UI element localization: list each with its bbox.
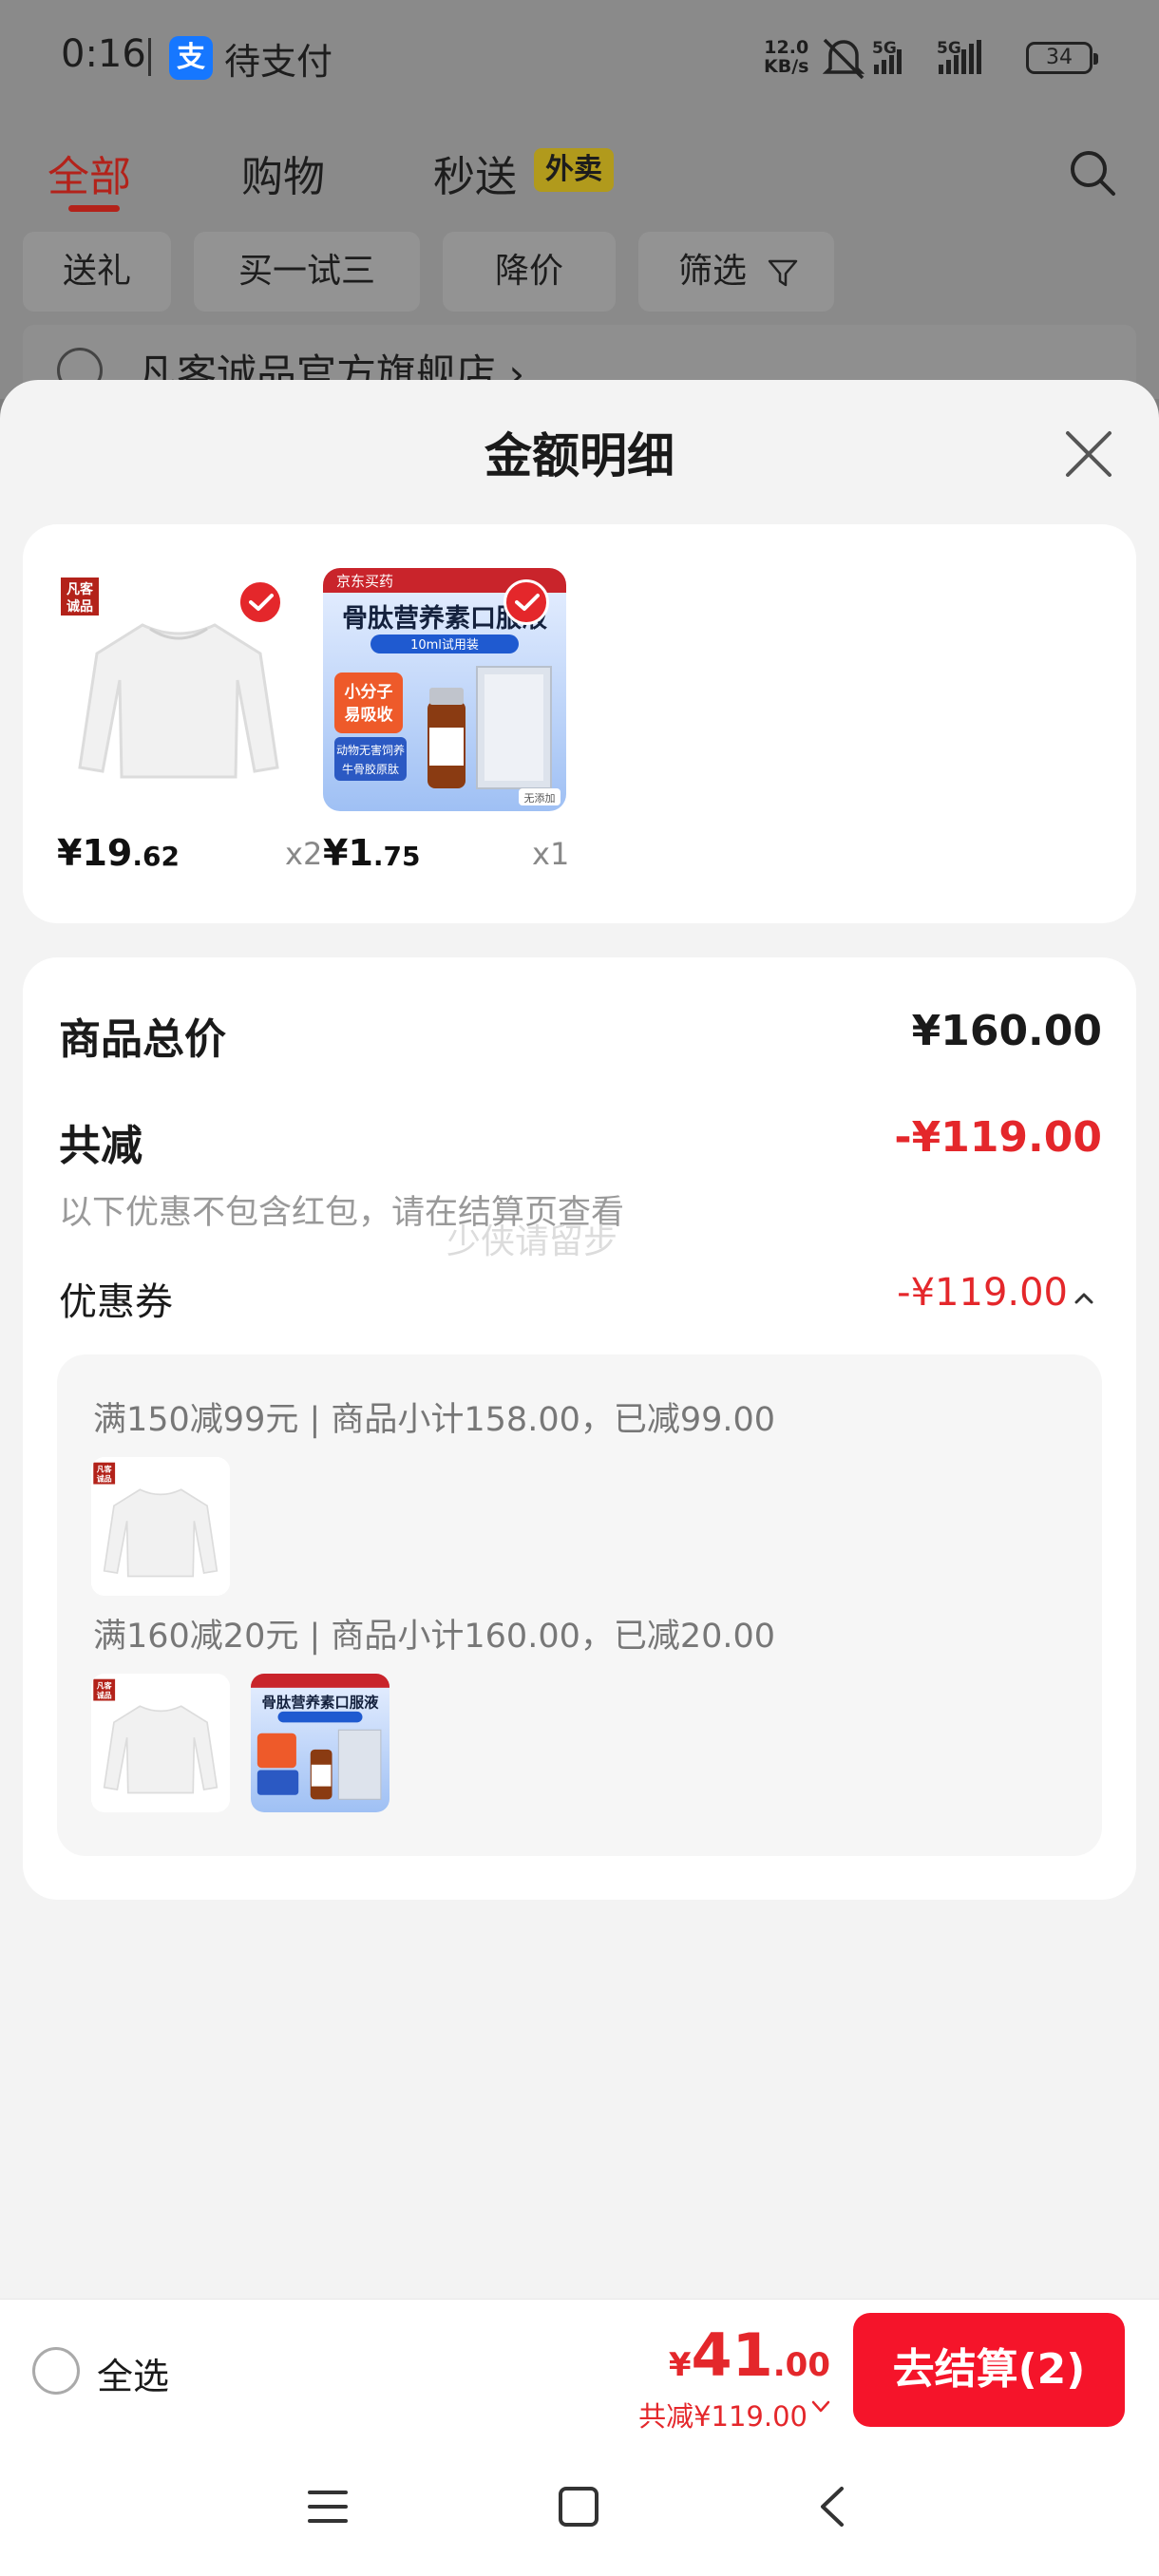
check-icon[interactable] — [238, 579, 283, 625]
svg-text:凡客: 凡客 — [97, 1680, 113, 1690]
product-sub: 10ml试用装 — [410, 638, 479, 653]
coupon-thumb-shirt: 凡客 诚品 — [91, 1457, 230, 1596]
system-nav-bar — [0, 2441, 1159, 2576]
alipay-icon: 支 — [169, 36, 213, 80]
chip-gift[interactable]: 送礼 — [23, 232, 171, 312]
coupon-value[interactable]: -¥119.00 — [897, 1271, 1068, 1315]
product-qty-oral-liquid: x1 — [532, 836, 570, 872]
back-icon[interactable] — [813, 2485, 851, 2529]
coupon-line-1: 满150减99元 | 商品小计158.00，已减99.00 — [93, 1401, 776, 1439]
filter-icon — [768, 259, 798, 287]
reduction-label: 共减 — [59, 1122, 142, 1170]
product-tagline: 动物无害饲养 — [336, 743, 405, 757]
home-icon[interactable] — [557, 2485, 600, 2529]
product-item-shirt[interactable]: 凡客 诚品 ¥19.62 x2 — [57, 568, 322, 891]
product-qty-shirt: x2 — [285, 836, 323, 872]
amount-decimal: .00 — [772, 2346, 830, 2384]
status-time: 0:16 — [61, 32, 146, 76]
background-page: 0:16 支 待支付 12.0 KB/s 5G 5G 34 全部 购物 秒送 外… — [0, 0, 1159, 439]
chip-price-drop[interactable]: 降价 — [443, 232, 616, 312]
svg-text:诚品: 诚品 — [66, 598, 93, 615]
coupon-line-2: 满160减20元 | 商品小计160.00，已减20.00 — [93, 1618, 776, 1656]
status-separator — [148, 38, 151, 76]
close-icon[interactable] — [1062, 427, 1115, 481]
network-speed-unit: KB/s — [764, 56, 809, 77]
coupon-label[interactable]: 优惠券 — [59, 1271, 173, 1326]
network-speed: 12.0 KB/s — [764, 38, 808, 76]
product-price-shirt: ¥19.62 — [57, 832, 180, 874]
chevron-down-icon[interactable] — [811, 2400, 830, 2414]
price-integer: ¥19 — [57, 832, 133, 874]
price-decimal: .62 — [132, 841, 180, 872]
tab-all[interactable]: 全部 — [48, 142, 131, 203]
takeout-badge: 外卖 — [534, 148, 614, 192]
reduce-summary[interactable]: 共减¥119.00 — [638, 2395, 808, 2434]
coupon-breakdown: 满150减99元 | 商品小计158.00，已减99.00 凡客 诚品 满160… — [57, 1354, 1102, 1856]
tab-shopping[interactable]: 购物 — [241, 142, 325, 203]
signal-icon: 5G 5G — [872, 39, 981, 74]
svg-text:诚品: 诚品 — [97, 1474, 112, 1484]
watermark: 少侠请留步 — [446, 1222, 618, 1261]
mute-bell-icon — [822, 38, 865, 80]
price-detail-card: 商品总价 ¥160.00 共减 -¥119.00 以下优惠不包含红包，请在结算页… — [23, 957, 1136, 1900]
total-price-label: 商品总价 — [59, 1015, 226, 1064]
product-card: 凡客 诚品 ¥19.62 x2 京东买药 骨肽营养素口服液 10ml试用装 小分… — [23, 524, 1136, 923]
status-app-text: 待支付 — [224, 41, 333, 83]
tab-instant-delivery[interactable]: 秒送 — [433, 142, 517, 203]
product-price-oral-liquid: ¥1.75 — [323, 832, 421, 874]
product-badge-2: 易吸收 — [345, 705, 393, 725]
product-store-tag: 京东买药 — [336, 573, 393, 590]
chip-buy-one-try-three[interactable]: 买一试三 — [194, 232, 420, 312]
svg-text:凡客: 凡客 — [66, 581, 94, 597]
price-integer: ¥1 — [323, 832, 373, 874]
sheet-title: 金额明细 — [484, 428, 674, 483]
tab-active-indicator — [68, 205, 120, 212]
product-note: 无添加 — [524, 791, 556, 805]
product-item-oral-liquid[interactable]: 京东买药 骨肽营养素口服液 10ml试用装 小分子 易吸收 动物无害饲养 牛骨胶… — [323, 568, 580, 891]
status-icons: 5G 5G — [822, 36, 1013, 85]
product-tagline-2: 牛骨胶原肽 — [342, 762, 399, 776]
amount-integer: 41 — [691, 2320, 773, 2390]
payable-amount: ¥41.00 — [669, 2320, 830, 2390]
checkout-button[interactable]: 去结算(2) — [853, 2313, 1125, 2427]
reduction-value: -¥119.00 — [894, 1113, 1102, 1162]
svg-text:凡客: 凡客 — [97, 1464, 113, 1473]
coupon-thumb-oral-liquid: 骨肽营养素口服液 — [251, 1674, 390, 1812]
svg-text:骨肽营养素口服液: 骨肽营养素口服液 — [262, 1693, 380, 1711]
chip-filter[interactable]: 筛选 — [638, 232, 834, 312]
battery-icon: 34 — [1026, 42, 1098, 74]
product-badge-1: 小分子 — [345, 683, 393, 702]
svg-text:诚品: 诚品 — [97, 1691, 112, 1700]
chip-filter-label: 筛选 — [677, 252, 747, 291]
select-all-label[interactable]: 全选 — [97, 2347, 169, 2399]
search-icon[interactable] — [1068, 148, 1117, 198]
total-price-value: ¥160.00 — [911, 1007, 1102, 1055]
coupon-thumb-shirt: 凡客 诚品 — [91, 1674, 230, 1812]
chevron-up-icon[interactable] — [1074, 1288, 1094, 1309]
check-icon[interactable] — [504, 579, 549, 625]
status-bar: 0:16 支 待支付 12.0 KB/s 5G 5G 34 — [0, 0, 1159, 114]
amount-currency: ¥ — [668, 2346, 692, 2384]
network-speed-value: 12.0 — [764, 37, 809, 58]
price-decimal: .75 — [372, 841, 421, 872]
menu-icon[interactable] — [306, 2485, 350, 2529]
amount-detail-sheet: 金额明细 凡客 诚品 ¥19.62 x2 京东买药 骨肽营养素口服液 10ml试… — [0, 380, 1159, 2299]
select-all-radio[interactable] — [32, 2347, 80, 2395]
checkout-bar: 全选 ¥41.00 共减¥119.00 去结算(2) — [0, 2299, 1159, 2441]
